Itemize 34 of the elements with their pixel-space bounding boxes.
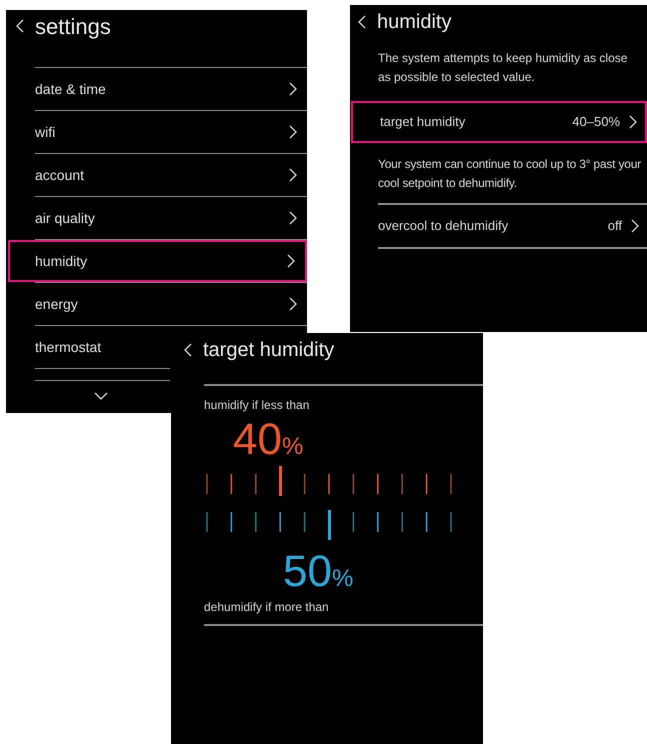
humidify-value: 40% — [233, 418, 304, 462]
scale-thumb[interactable] — [328, 510, 331, 540]
screen-title: settings — [35, 12, 111, 41]
settings-item[interactable]: wifi — [35, 111, 307, 153]
settings-item[interactable]: humidity — [8, 240, 307, 282]
back-icon — [358, 15, 367, 29]
description-text: The system attempts to keep humidity as close as possible to selected value. — [378, 50, 628, 86]
settings-item[interactable]: thermostat — [35, 326, 170, 368]
settings-item[interactable]: date & time — [35, 68, 307, 110]
scale-thumb[interactable] — [279, 466, 282, 496]
chevron-right-icon — [628, 115, 637, 129]
note-text: Your system can continue to cool up to 3° past your cool setpoint to dehumidify. — [378, 156, 642, 192]
chevron-right-icon — [288, 168, 297, 182]
chevron-down-icon[interactable] — [94, 391, 108, 401]
dehumidify-value: 50% — [283, 550, 354, 594]
dehumidify-label: dehumidify if more than — [204, 599, 330, 616]
setting-row[interactable]: overcool to dehumidify off — [378, 205, 647, 247]
screen-title: target humidity — [203, 338, 334, 363]
setting-value: off — [608, 217, 622, 236]
settings-item[interactable]: air quality — [35, 197, 307, 239]
back-icon — [184, 343, 193, 357]
settings-item[interactable]: account — [35, 154, 307, 196]
screen-title: humidity — [377, 10, 452, 35]
chevron-right-icon — [288, 125, 297, 139]
setting-row[interactable]: target humidity 40–50% — [351, 101, 647, 143]
settings-item[interactable]: energy — [35, 283, 307, 325]
setting-value: 40–50% — [572, 113, 620, 132]
humidify-label: humidify if less than — [204, 397, 310, 414]
back-icon — [16, 19, 25, 33]
chevron-right-icon — [630, 219, 639, 233]
chevron-right-icon — [288, 211, 297, 225]
chevron-right-icon — [288, 297, 297, 311]
chevron-right-icon — [286, 254, 295, 268]
chevron-right-icon — [288, 82, 297, 96]
